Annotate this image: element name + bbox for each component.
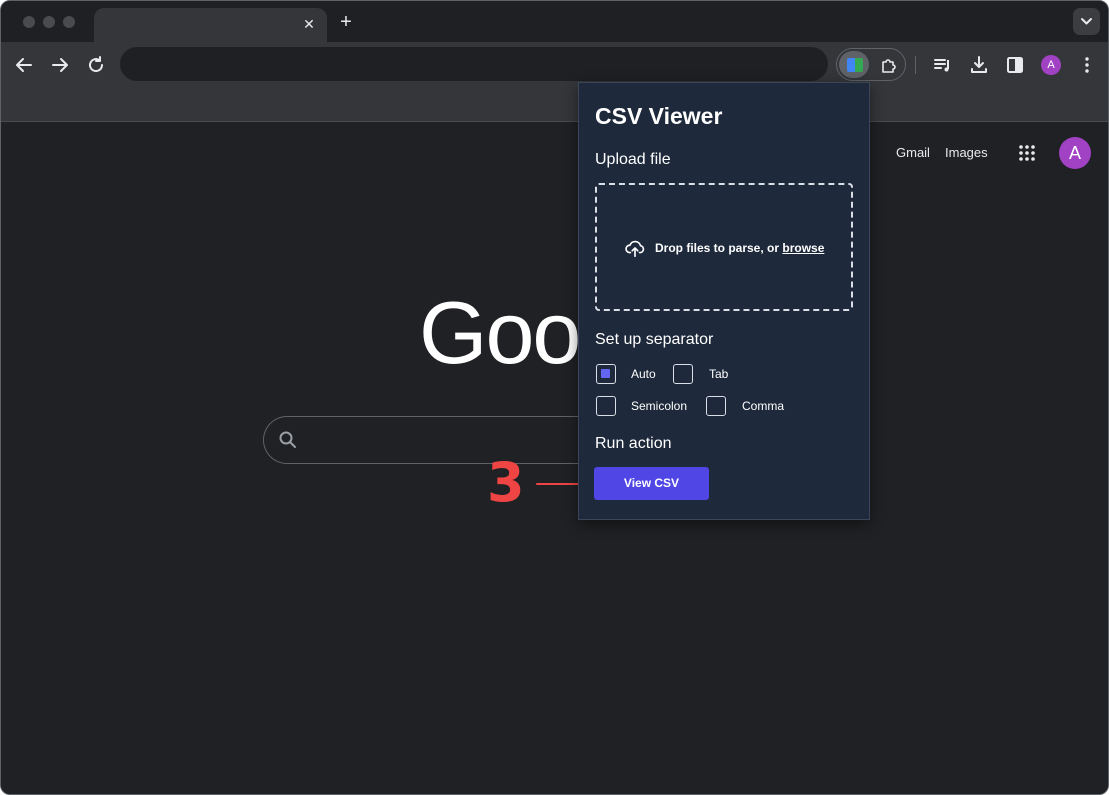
google-search-box[interactable] — [263, 416, 593, 464]
auto-label: Auto — [631, 367, 656, 381]
google-homepage: Gmail Images A Goo — [1, 123, 1108, 794]
csv-viewer-extension-button[interactable] — [839, 51, 869, 78]
dropzone-instructions: Drop files to parse, or — [655, 241, 783, 255]
view-csv-button[interactable]: View CSV — [594, 467, 709, 500]
tab-checkbox[interactable] — [673, 364, 693, 384]
comma-checkbox[interactable] — [706, 396, 726, 416]
dropzone-text: Drop files to parse, or browse — [655, 241, 824, 255]
popup-title: CSV Viewer — [595, 103, 723, 129]
browser-window: ✕ + A Gmail Images A Goo 3 CSV Viewer Up… — [0, 0, 1109, 795]
separator-heading: Set up separator — [595, 331, 714, 348]
google-logo: Goo — [419, 283, 581, 382]
cloud-upload-icon — [625, 240, 645, 258]
browser-toolbar: A — [1, 42, 1108, 88]
csv-viewer-extension-icon — [847, 58, 863, 72]
close-window-button[interactable] — [23, 16, 35, 28]
auto-checkbox[interactable] — [596, 364, 616, 384]
toolbar-divider — [915, 56, 916, 74]
download-icon[interactable] — [967, 53, 991, 77]
profile-avatar[interactable]: A — [1041, 55, 1061, 75]
maximize-window-button[interactable] — [63, 16, 75, 28]
reload-icon[interactable] — [84, 53, 108, 77]
forward-icon[interactable] — [48, 53, 72, 77]
tab-strip: ✕ + — [1, 1, 1108, 42]
search-icon — [279, 431, 296, 448]
menu-kebab-icon[interactable] — [1075, 53, 1099, 77]
file-dropzone[interactable]: Drop files to parse, or browse — [595, 183, 853, 311]
back-icon[interactable] — [12, 53, 36, 77]
bookmarks-bar — [1, 88, 1108, 122]
tab-search-button[interactable] — [1073, 8, 1100, 35]
google-account-avatar[interactable]: A — [1059, 137, 1091, 169]
chevron-down-icon — [1081, 18, 1092, 25]
extensions-pill — [836, 48, 906, 81]
apps-grid-icon[interactable] — [1018, 144, 1036, 162]
side-panel-icon[interactable] — [1003, 53, 1027, 77]
semicolon-checkbox[interactable] — [596, 396, 616, 416]
csv-viewer-popup: CSV Viewer Upload file Drop files to par… — [578, 82, 870, 520]
tab-close-icon[interactable]: ✕ — [301, 16, 317, 32]
images-link[interactable]: Images — [945, 145, 988, 160]
tab-label: Tab — [709, 367, 729, 381]
gmail-link[interactable]: Gmail — [896, 145, 930, 160]
browser-tab[interactable]: ✕ — [94, 8, 327, 42]
step-annotation-number: 3 — [487, 451, 525, 514]
upload-heading: Upload file — [595, 151, 671, 168]
address-bar[interactable] — [120, 47, 828, 81]
puzzle-icon[interactable] — [879, 55, 899, 75]
browse-link[interactable]: browse — [782, 241, 824, 255]
new-tab-icon[interactable]: + — [335, 11, 357, 33]
minimize-window-button[interactable] — [43, 16, 55, 28]
semicolon-label: Semicolon — [631, 399, 688, 413]
run-action-heading: Run action — [595, 435, 672, 452]
media-queue-icon[interactable] — [931, 53, 955, 77]
comma-label: Comma — [742, 399, 785, 413]
